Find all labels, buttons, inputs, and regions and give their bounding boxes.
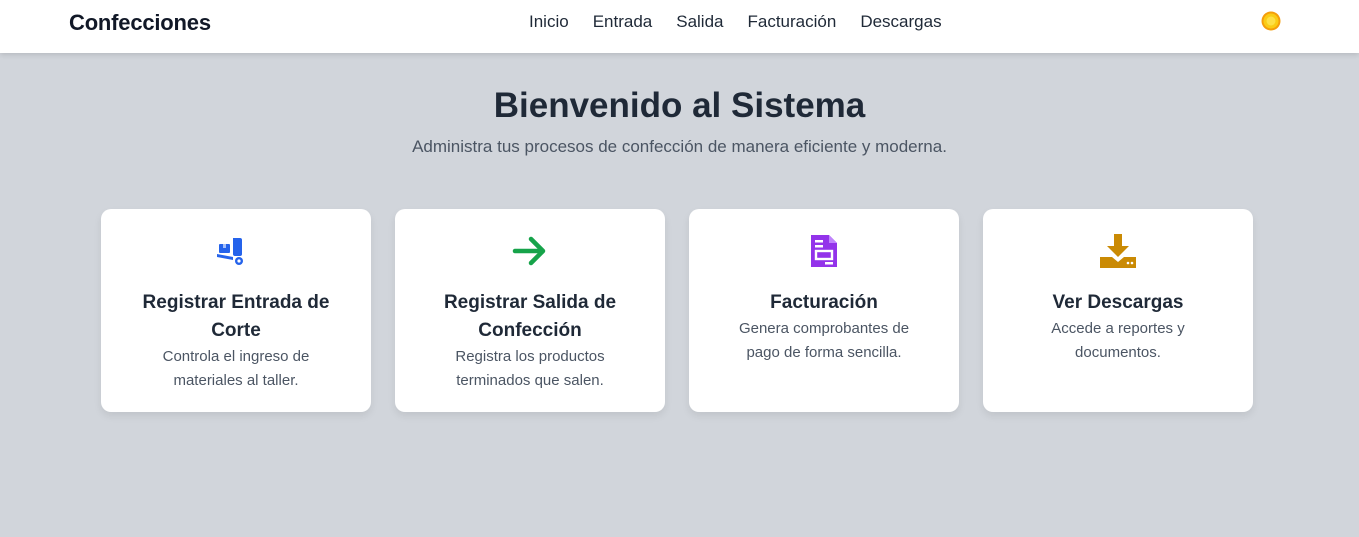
card-descargas[interactable]: Ver Descargas Accede a reportes y docume… [983, 209, 1253, 412]
dolly-icon [101, 233, 371, 269]
theme-toggle-button[interactable] [1260, 10, 1282, 32]
card-title: Registrar Salida de Confección [443, 292, 617, 341]
nav-link-entrada[interactable]: Entrada [593, 12, 653, 32]
brand-logo[interactable]: Confecciones [69, 10, 211, 36]
nav-link-salida[interactable]: Salida [676, 12, 723, 32]
card-title: Facturación [770, 292, 878, 313]
card-entrada[interactable]: Registrar Entrada de Corte Controla el i… [101, 209, 371, 412]
download-icon [983, 233, 1253, 269]
card-title: Registrar Entrada de Corte [142, 292, 330, 341]
feature-cards: Registrar Entrada de Corte Controla el i… [101, 209, 1253, 412]
nav-link-facturacion[interactable]: Facturación [748, 12, 837, 32]
invoice-icon [689, 233, 959, 269]
nav-links: Inicio Entrada Salida Facturación Descar… [529, 12, 942, 32]
navbar: Confecciones Inicio Entrada Salida Factu… [0, 0, 1359, 53]
nav-link-inicio[interactable]: Inicio [529, 12, 569, 32]
card-description: Controla el ingreso de materiales al tal… [162, 348, 310, 389]
page-subtitle: Administra tus procesos de confección de… [412, 137, 947, 156]
card-facturacion[interactable]: Facturación Genera comprobantes de pago … [689, 209, 959, 412]
card-description: Genera comprobantes de pago de forma sen… [738, 320, 910, 361]
nav-link-descargas[interactable]: Descargas [860, 12, 941, 32]
sun-icon [1261, 11, 1281, 31]
card-title: Ver Descargas [1052, 292, 1184, 313]
card-description: Registra los productos terminados que sa… [455, 348, 605, 389]
card-description: Accede a reportes y documentos. [1051, 320, 1185, 361]
card-salida[interactable]: Registrar Salida de Confección Registra … [395, 209, 665, 412]
arrow-right-icon [395, 233, 665, 269]
page-title: Bienvenido al Sistema [493, 86, 866, 125]
